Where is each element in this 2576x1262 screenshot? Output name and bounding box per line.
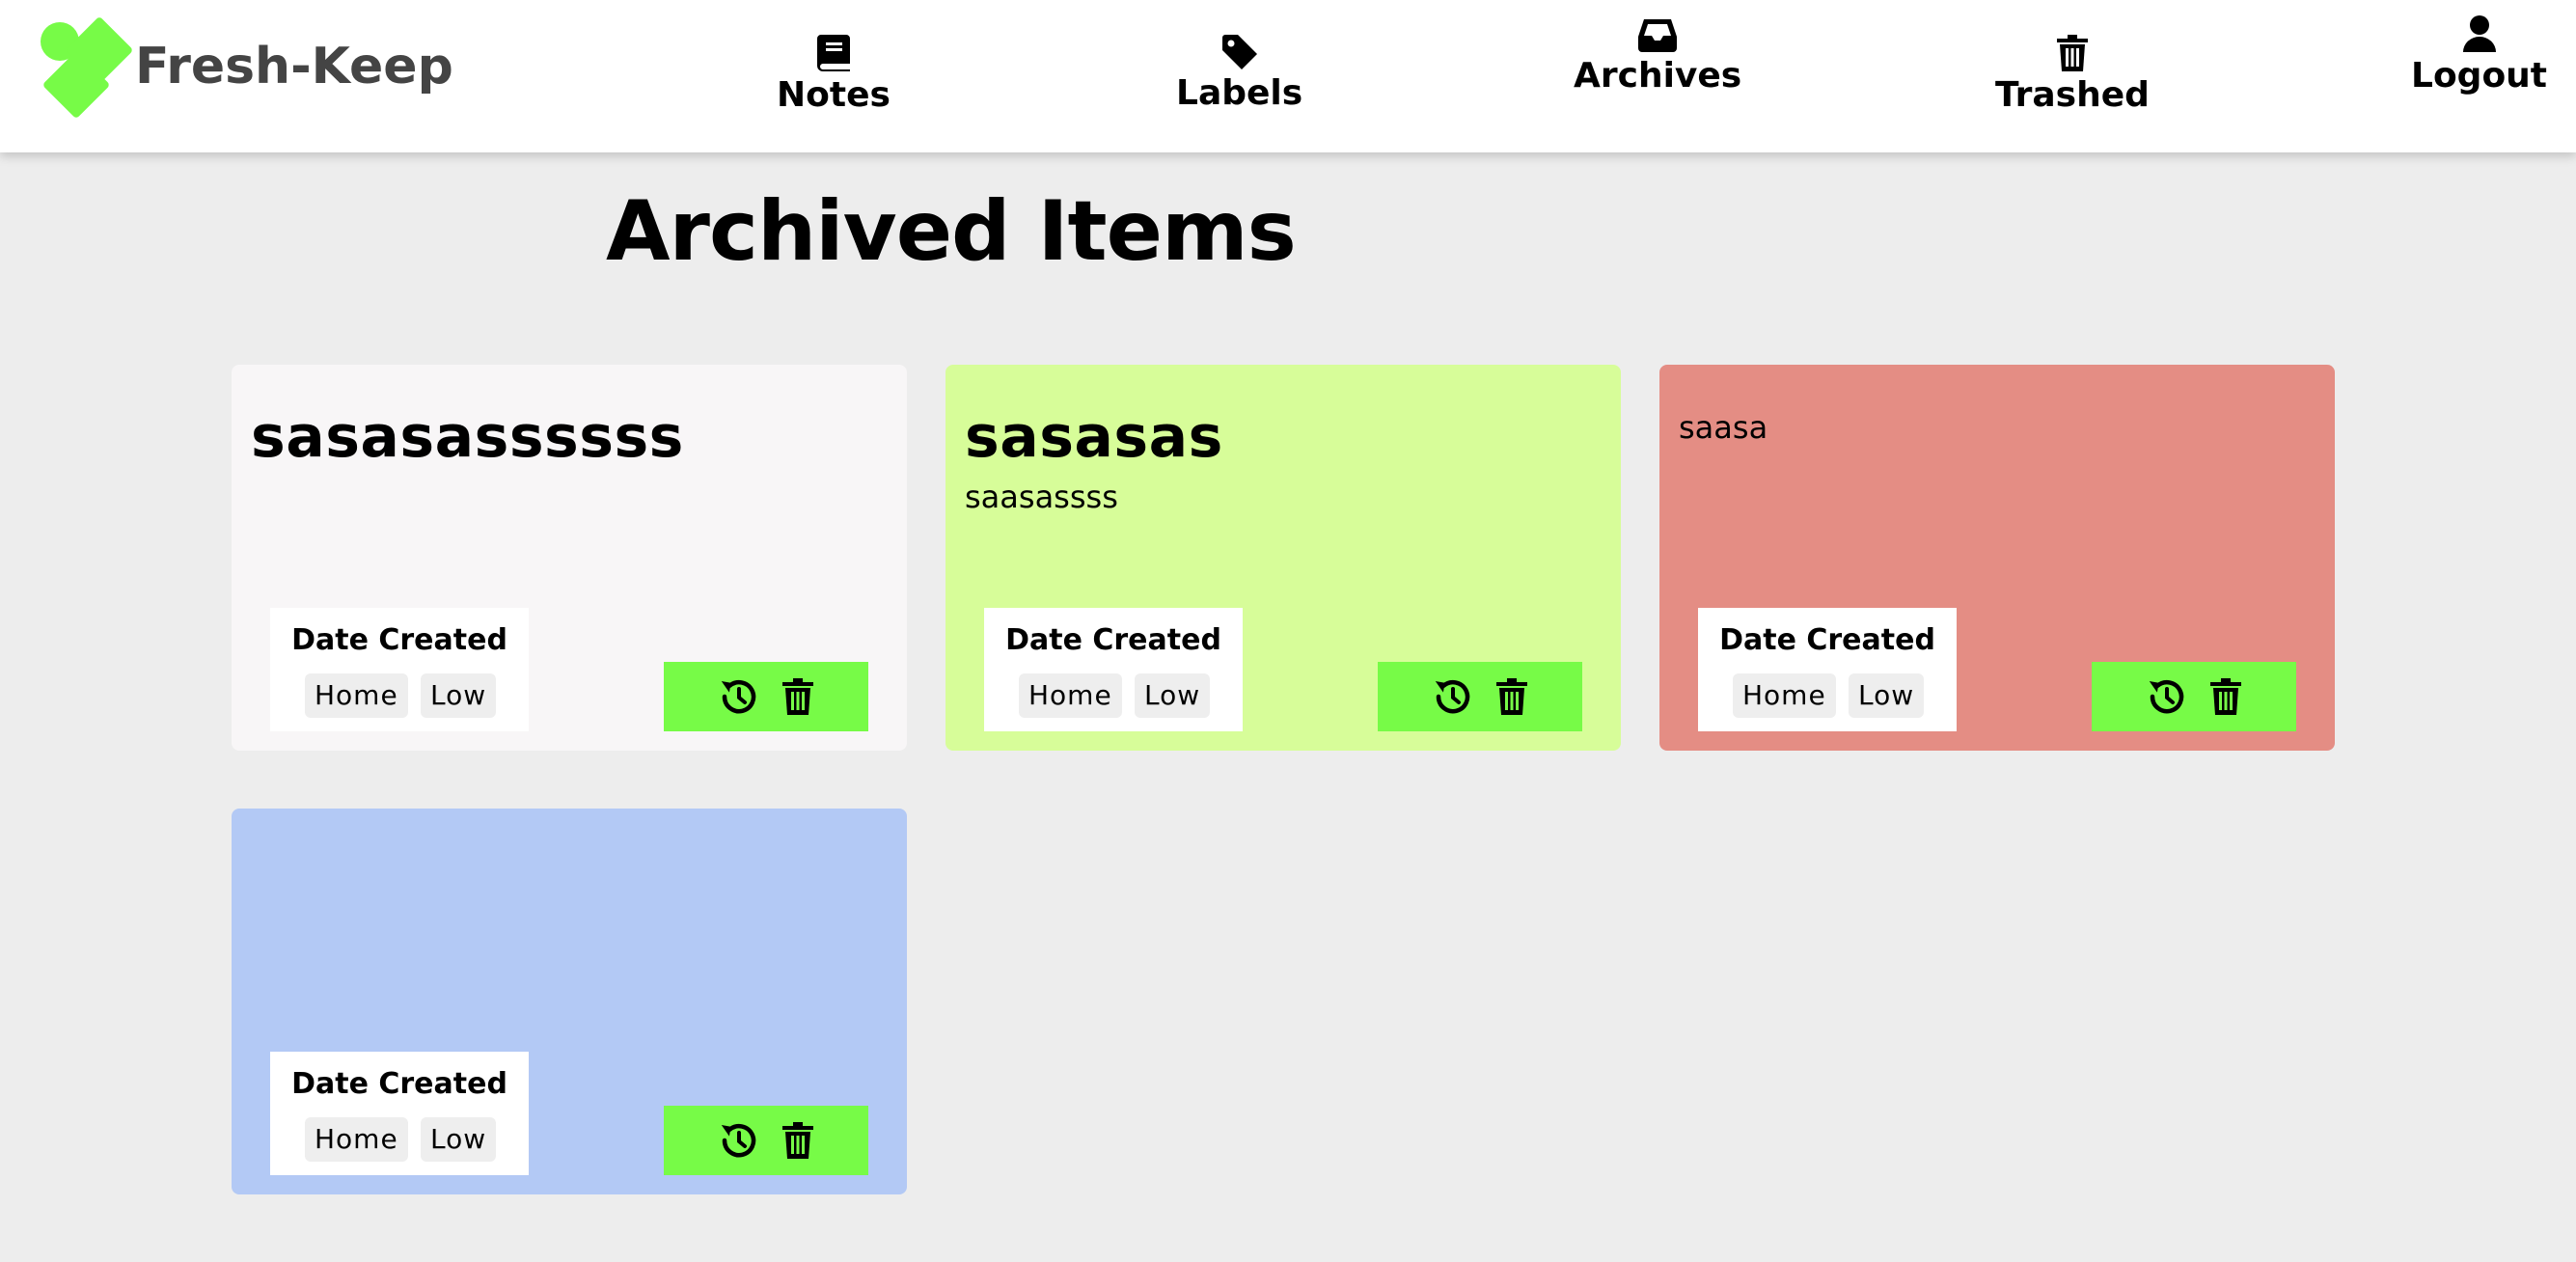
tag-chip: Home	[305, 673, 408, 718]
card-body: saasa	[1679, 409, 1768, 446]
history-icon	[2149, 680, 2184, 714]
nav-notes-label: Notes	[777, 75, 891, 115]
nav-archives-label: Archives	[1574, 56, 1742, 96]
restore-button[interactable]	[719, 678, 757, 715]
card-meta: Date Created Home Low	[984, 608, 1243, 731]
archived-note-card[interactable]: sasasas saasassss Date Created Home Low	[945, 365, 1621, 751]
nav-notes[interactable]: Notes	[777, 35, 891, 115]
delete-button[interactable]	[782, 1122, 813, 1159]
brand-name: Fresh-Keep	[135, 38, 453, 96]
card-meta: Date Created Home Low	[270, 608, 529, 731]
card-actions	[664, 1106, 868, 1175]
history-icon	[1435, 680, 1470, 714]
card-actions	[1378, 662, 1582, 731]
tag-chip: Home	[1019, 673, 1122, 718]
delete-button[interactable]	[782, 678, 813, 715]
history-icon	[721, 680, 756, 714]
brand-logo-icon	[39, 15, 135, 119]
date-created-label: Date Created	[1005, 623, 1221, 657]
card-title: sasasassssss	[251, 403, 684, 471]
date-created-label: Date Created	[291, 1067, 507, 1101]
card-meta: Date Created Home Low	[270, 1052, 529, 1175]
nav-logout-label: Logout	[2411, 56, 2548, 96]
priority-chip: Low	[1135, 673, 1211, 718]
nav-archives[interactable]: Archives	[1574, 17, 1741, 96]
archived-note-card[interactable]: saasa Date Created Home Low	[1659, 365, 2335, 751]
user-icon	[2462, 15, 2496, 52]
page-title: Archived Items	[606, 183, 1297, 280]
date-created-label: Date Created	[291, 623, 507, 657]
inbox-icon	[1638, 19, 1678, 52]
trash-icon	[782, 1122, 813, 1159]
restore-button[interactable]	[1433, 678, 1471, 715]
navbar: Fresh-Keep Notes Labels Archives Trashed…	[0, 0, 2576, 152]
nav-trashed[interactable]: Trashed	[1995, 35, 2150, 115]
card-body: saasassss	[965, 479, 1118, 515]
archived-note-card[interactable]: sasasassssss Date Created Home Low	[232, 365, 907, 751]
priority-chip: Low	[421, 1117, 497, 1162]
nav-trashed-label: Trashed	[1995, 75, 2150, 115]
trash-icon	[2210, 678, 2241, 715]
card-actions	[2092, 662, 2296, 731]
history-icon	[721, 1124, 756, 1158]
delete-button[interactable]	[2210, 678, 2241, 715]
trash-icon	[1496, 678, 1527, 715]
tag-chip: Home	[305, 1117, 408, 1162]
priority-chip: Low	[1849, 673, 1925, 718]
book-icon	[816, 35, 850, 71]
card-actions	[664, 662, 868, 731]
tag-icon	[1221, 35, 1257, 69]
trash-icon	[782, 678, 813, 715]
nav-logout[interactable]: Logout	[2411, 15, 2547, 96]
delete-button[interactable]	[1496, 678, 1527, 715]
priority-chip: Low	[421, 673, 497, 718]
date-created-label: Date Created	[1719, 623, 1935, 657]
archived-note-card[interactable]: Date Created Home Low	[232, 809, 907, 1194]
trash-icon	[2056, 35, 2088, 71]
restore-button[interactable]	[719, 1122, 757, 1159]
card-meta: Date Created Home Low	[1698, 608, 1957, 731]
restore-button[interactable]	[2147, 678, 2185, 715]
brand[interactable]: Fresh-Keep	[39, 14, 453, 120]
card-title: sasasas	[965, 403, 1223, 471]
tag-chip: Home	[1733, 673, 1836, 718]
nav-labels-label: Labels	[1176, 73, 1303, 113]
nav-labels[interactable]: Labels	[1176, 35, 1302, 113]
